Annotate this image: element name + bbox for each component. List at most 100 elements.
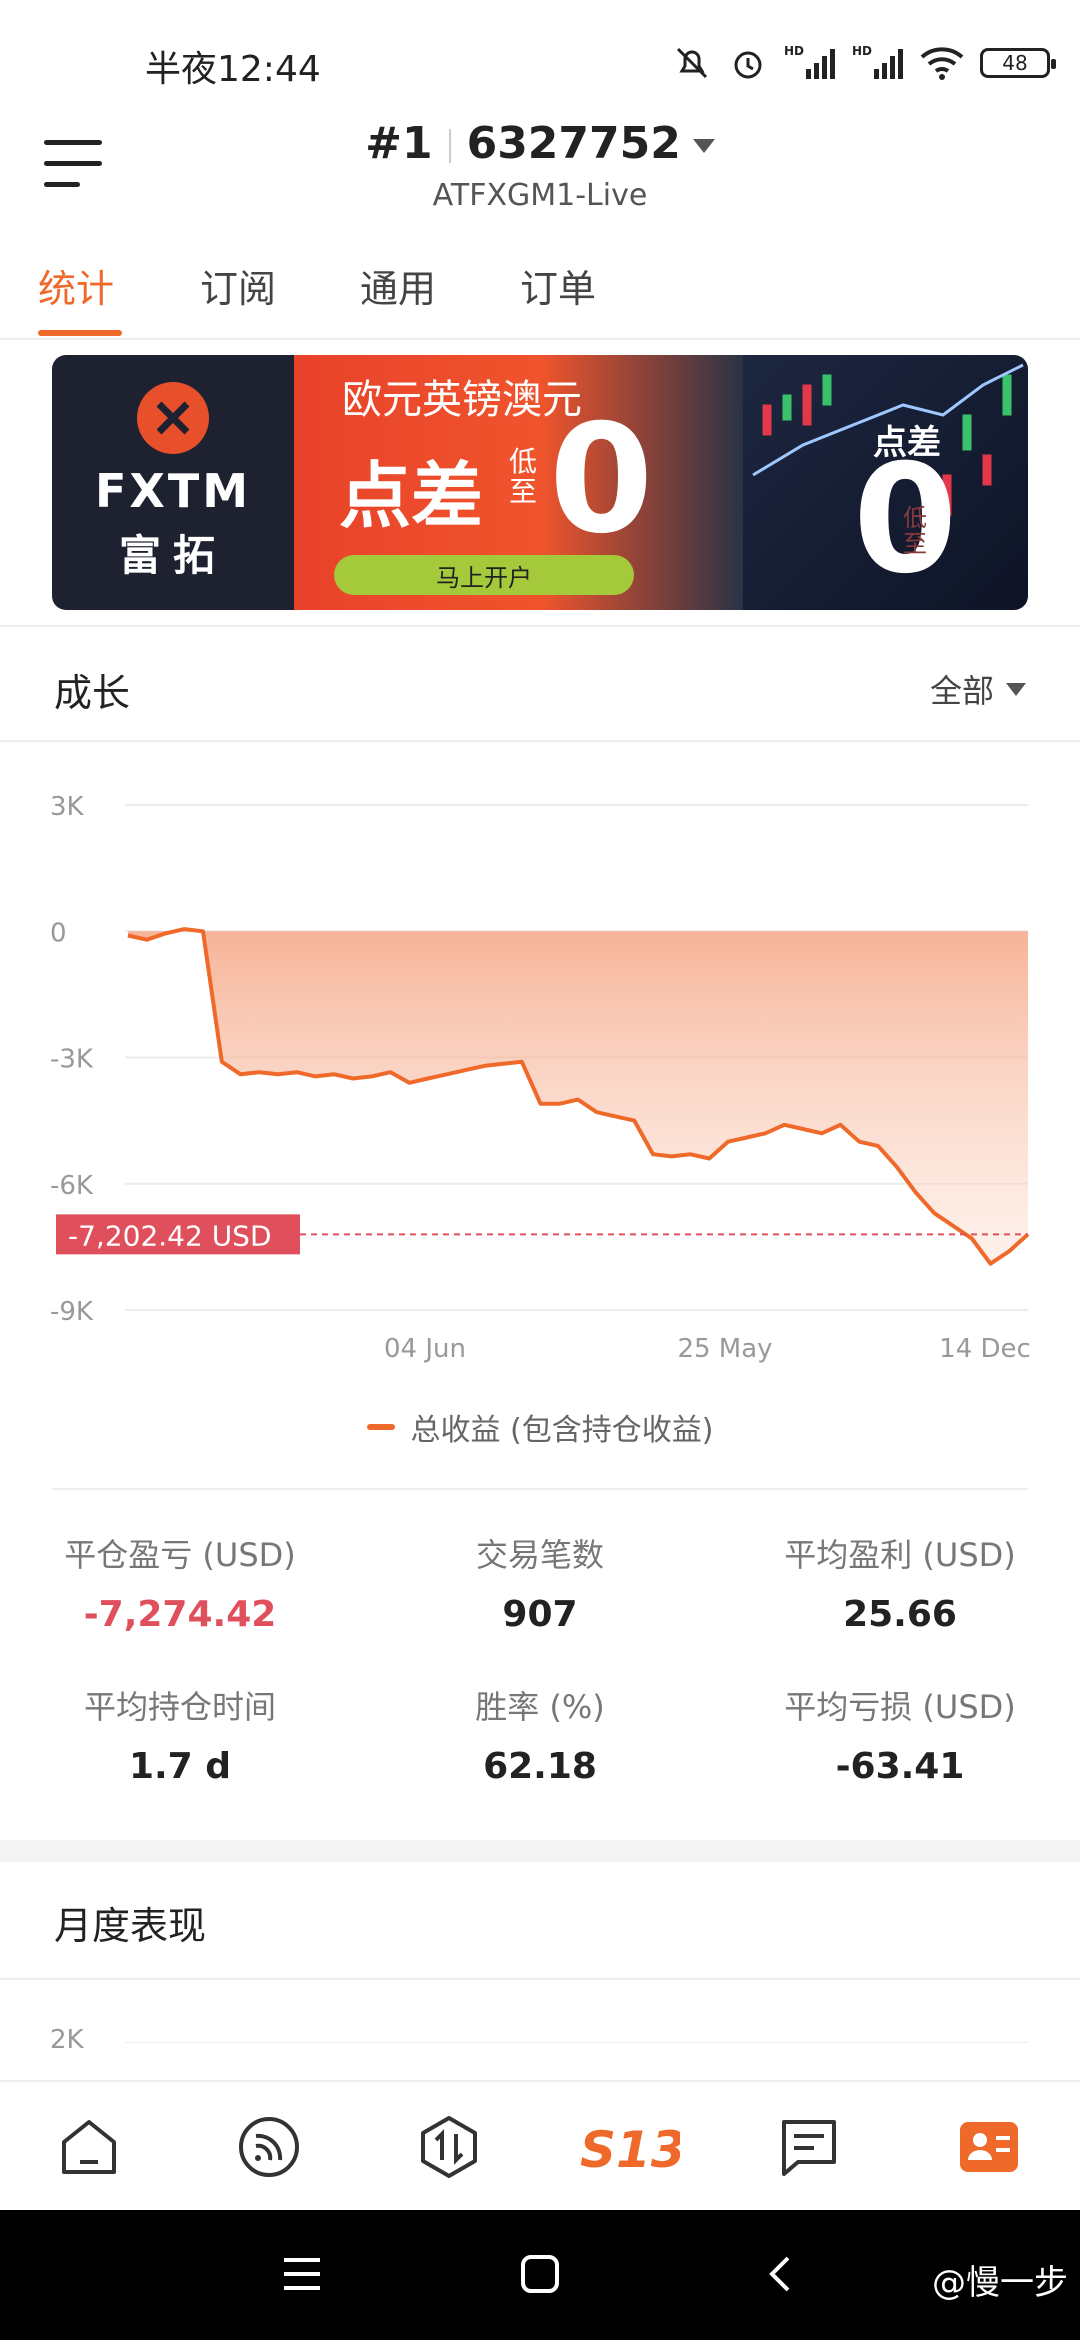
app-header: #1 6327752 ATFXGM1-Live bbox=[0, 110, 1080, 220]
signal-icon-2: HD bbox=[852, 44, 903, 79]
bottom-nav: S13 bbox=[0, 2080, 1080, 2210]
broadcast-icon bbox=[239, 2117, 299, 2177]
stat-label: 平均持仓时间 bbox=[83, 1688, 276, 1726]
y-tick-label: -9K bbox=[50, 1297, 94, 1327]
x-tick-label: 14 Dec bbox=[939, 1334, 1031, 1364]
account-number: 6327752 bbox=[466, 118, 681, 169]
fxtm-logo-icon bbox=[137, 382, 209, 454]
nav-signals[interactable] bbox=[234, 2112, 304, 2182]
status-icons: HD HD 48 bbox=[672, 38, 1056, 88]
banner-promo-panel: 欧元英镑澳元 点差 低至 0 马上开户 bbox=[294, 355, 743, 610]
legend-label: 总收益 (包含持仓收益) bbox=[410, 1413, 714, 1448]
stat-win-rate: 胜率 (%) 62.18 bbox=[360, 1682, 720, 1787]
tab-statistics[interactable]: 统计 bbox=[38, 258, 114, 313]
system-nav-bar: @慢一步 bbox=[0, 2210, 1080, 2340]
nav-trade[interactable] bbox=[414, 2112, 484, 2182]
promo-banner[interactable]: FXTM 富拓 欧元英镑澳元 点差 低至 0 马上开户 点差 0 低至 bbox=[52, 355, 1028, 610]
banner-low-text: 低至 bbox=[509, 445, 538, 508]
stat-value: 1.7 d bbox=[128, 1746, 232, 1787]
divider bbox=[0, 1978, 1080, 1980]
nav-messages[interactable] bbox=[774, 2112, 844, 2182]
stat-closed-pnl: 平仓盈亏 (USD) -7,274.42 bbox=[0, 1530, 360, 1635]
reference-label: -7,202.42 USD bbox=[68, 1219, 272, 1252]
watermark: @慢一步 bbox=[932, 2263, 1068, 2303]
divider bbox=[0, 625, 1080, 627]
banner-logo-panel: FXTM 富拓 bbox=[52, 355, 294, 610]
battery-level: 48 bbox=[1002, 51, 1028, 75]
banner-brand: FXTM bbox=[94, 464, 252, 518]
trade-arrows-icon bbox=[421, 2116, 477, 2178]
divider bbox=[52, 1488, 1028, 1490]
account-card-icon bbox=[960, 2122, 1018, 2172]
recent-apps-icon[interactable] bbox=[282, 2250, 322, 2300]
monthly-title: 月度表现 bbox=[54, 1904, 207, 1948]
account-selector[interactable]: #1 6327752 bbox=[0, 118, 1080, 169]
account-index: #1 bbox=[365, 118, 433, 169]
nav-account[interactable] bbox=[954, 2112, 1024, 2182]
gridline bbox=[125, 2042, 1028, 2043]
x-tick-label: 25 May bbox=[677, 1334, 772, 1364]
caret-down-icon bbox=[692, 139, 715, 153]
svg-text:HD: HD bbox=[852, 44, 872, 58]
status-bar: 半夜12:44 HD HD 48 bbox=[0, 0, 1080, 120]
wifi-icon bbox=[920, 47, 964, 80]
home-button-icon[interactable] bbox=[520, 2250, 560, 2300]
monthly-axis-tick: 2K bbox=[50, 2025, 84, 2055]
tab-subscribe[interactable]: 订阅 bbox=[200, 258, 276, 313]
signal-icon: HD bbox=[784, 44, 835, 79]
stat-avg-loss: 平均亏损 (USD) -63.41 bbox=[720, 1682, 1080, 1787]
home-icon bbox=[62, 2120, 116, 2174]
growth-chart[interactable]: 3K 0 -3K -6K -9K -7,202.42 USD 04 Jun 25 May 14 … bbox=[0, 770, 1080, 1370]
mute-bell-icon bbox=[676, 47, 708, 79]
stat-avg-profit: 平均盈利 (USD) 25.66 bbox=[720, 1530, 1080, 1635]
stat-label: 平仓盈亏 (USD) bbox=[64, 1536, 296, 1574]
stat-avg-hold-time: 平均持仓时间 1.7 d bbox=[0, 1682, 360, 1787]
tab-orders[interactable]: 订单 bbox=[520, 258, 596, 313]
banner-brand-cn: 富拓 bbox=[118, 531, 227, 580]
tab-active-indicator bbox=[38, 330, 122, 336]
status-time: 半夜12:44 bbox=[145, 49, 321, 90]
divider bbox=[0, 740, 1080, 742]
tab-general[interactable]: 通用 bbox=[360, 258, 436, 313]
tab-bar: 统计 订阅 通用 订单 bbox=[0, 250, 1080, 340]
y-tick-label: -3K bbox=[50, 1045, 94, 1075]
x-tick-label: 04 Jun bbox=[384, 1334, 466, 1364]
svg-text:HD: HD bbox=[784, 44, 804, 58]
account-server: ATFXGM1-Live bbox=[432, 178, 648, 213]
nav-s13[interactable]: S13 bbox=[580, 2112, 680, 2182]
banner-chart-panel: 点差 0 低至 bbox=[743, 355, 1028, 610]
battery-icon: 48 bbox=[980, 48, 1056, 78]
stat-label: 胜率 (%) bbox=[475, 1688, 605, 1726]
y-tick-label: 0 bbox=[50, 918, 67, 948]
banner-headline: 欧元英镑澳元 bbox=[342, 377, 582, 423]
stat-value: 62.18 bbox=[483, 1746, 597, 1787]
range-value: 全部 bbox=[929, 672, 994, 710]
y-tick-label: 3K bbox=[50, 792, 85, 822]
stat-trade-count: 交易笔数 907 bbox=[360, 1530, 720, 1635]
banner-big-text: 点差 bbox=[339, 454, 484, 538]
s13-logo-icon: S13 bbox=[580, 2121, 680, 2177]
y-tick-label: -6K bbox=[50, 1171, 94, 1201]
stat-label: 平均盈利 (USD) bbox=[784, 1536, 1016, 1574]
svg-text:S13: S13 bbox=[580, 2121, 680, 2177]
banner-zero: 0 bbox=[549, 393, 654, 567]
open-account-button[interactable]: 马上开户 bbox=[334, 555, 634, 595]
nav-home[interactable] bbox=[54, 2112, 124, 2182]
stat-value: -7,274.42 bbox=[83, 1594, 277, 1635]
back-icon[interactable] bbox=[760, 2250, 800, 2300]
series-area bbox=[128, 929, 1028, 1264]
legend-swatch bbox=[366, 1424, 395, 1430]
section-gap bbox=[0, 1840, 1080, 1862]
chart-legend: 总收益 (包含持仓收益) bbox=[0, 1405, 1080, 1449]
banner-right-low: 低至 bbox=[903, 504, 927, 558]
caret-down-icon bbox=[1006, 682, 1026, 696]
range-dropdown[interactable]: 全部 bbox=[930, 666, 1026, 712]
stat-value: 907 bbox=[502, 1594, 578, 1635]
growth-title: 成长 bbox=[54, 671, 131, 715]
message-icon bbox=[782, 2120, 836, 2176]
stat-label: 交易笔数 bbox=[475, 1536, 604, 1574]
stat-label: 平均亏损 (USD) bbox=[784, 1688, 1016, 1726]
stat-value: 25.66 bbox=[843, 1594, 957, 1635]
stat-value: -63.41 bbox=[835, 1746, 965, 1787]
alarm-icon bbox=[734, 51, 762, 79]
